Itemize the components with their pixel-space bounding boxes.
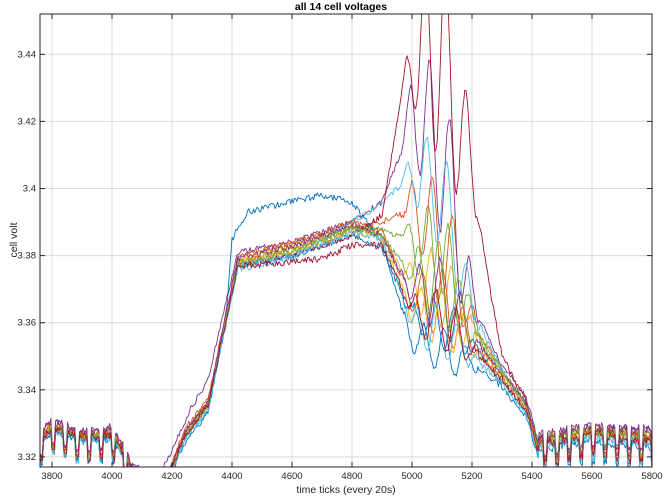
chart-title: all 14 cell voltages <box>295 1 387 13</box>
x-axis-label: time ticks (every 20s) <box>296 484 395 496</box>
x-tick-label: 4600 <box>281 471 302 482</box>
plot-area <box>40 14 652 467</box>
x-tick-label: 4800 <box>341 471 362 482</box>
x-tick-label: 4400 <box>221 471 242 482</box>
y-tick-label: 3.44 <box>18 49 37 60</box>
y-tick-label: 3.36 <box>18 318 37 329</box>
y-axis-label: cell volt <box>8 222 20 257</box>
x-tick-label: 3800 <box>41 471 62 482</box>
y-tick-label: 3.34 <box>18 385 37 396</box>
x-tick-label: 4200 <box>161 471 182 482</box>
line-chart: all 14 cell voltages 3800 4000 4200 4400 460… <box>0 0 667 499</box>
x-tick-label: 5000 <box>401 471 422 482</box>
x-tick-label: 4000 <box>101 471 122 482</box>
y-tick-label: 3.42 <box>18 116 37 127</box>
y-tick-label: 3.32 <box>18 452 37 463</box>
y-tick-label: 3.38 <box>18 251 37 262</box>
x-tick-label: 5400 <box>521 471 542 482</box>
x-tick-label: 5600 <box>581 471 602 482</box>
x-tick-label: 5800 <box>641 471 662 482</box>
y-tick-label: 3.4 <box>23 183 36 194</box>
x-tick-label: 5200 <box>461 471 482 482</box>
